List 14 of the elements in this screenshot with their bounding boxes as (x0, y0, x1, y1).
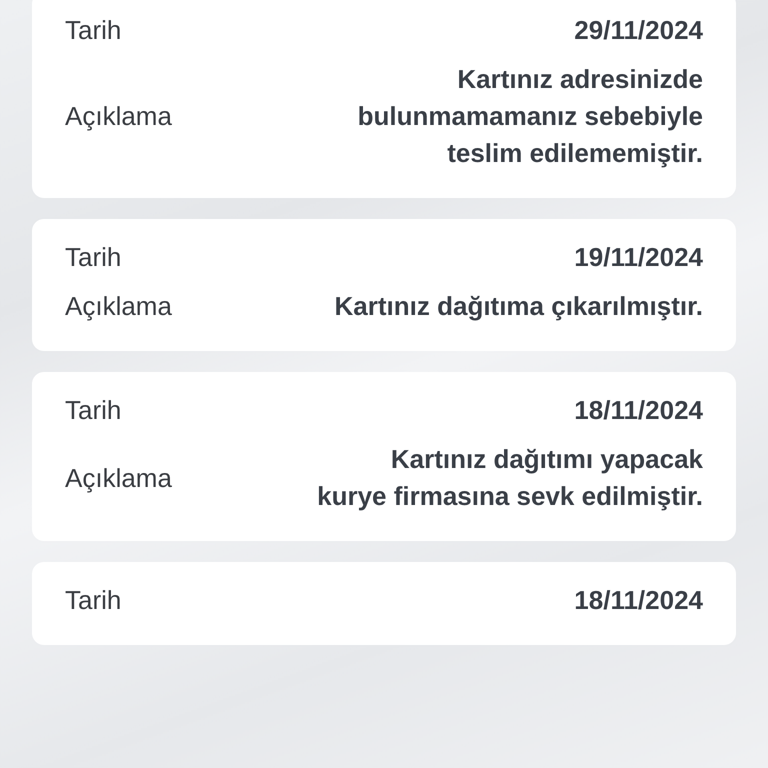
field-value: Kartınız dağıtımı yapacak kurye firmasına sevk edilmiştir. (317, 443, 703, 513)
field-value: 18/11/2024 (574, 584, 703, 617)
field-value: Kartınız adresinizde bulunmamamanız sebebiyle teslim edilememiştir. (358, 63, 703, 170)
field-label: Tarih (65, 395, 122, 426)
field-label: Açıklama (65, 101, 172, 132)
field-value: Kartınız dağıtıma çıkarılmıştır. (334, 290, 703, 323)
field-label: Açıklama (65, 291, 172, 322)
field-value: 18/11/2024 (574, 394, 703, 427)
field-value: 19/11/2024 (574, 241, 703, 274)
field-label: Tarih (65, 242, 122, 273)
field-label: Açıklama (65, 462, 172, 494)
field-label: Tarih (65, 15, 122, 46)
field-value: 29/11/2024 (574, 14, 703, 47)
field-label: Tarih (65, 585, 122, 616)
